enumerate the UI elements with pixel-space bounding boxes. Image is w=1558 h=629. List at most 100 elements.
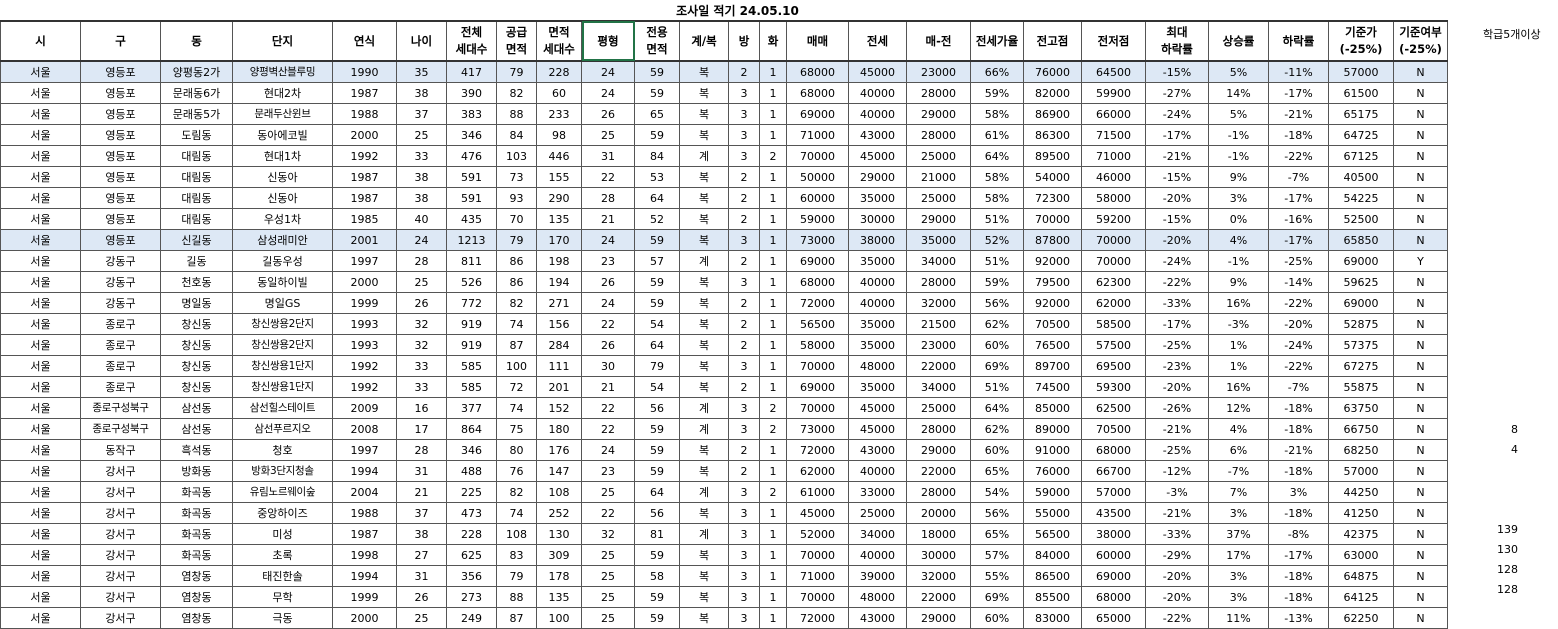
- table-cell[interactable]: 73: [496, 166, 537, 188]
- table-cell[interactable]: 3%: [1268, 481, 1329, 503]
- table-cell[interactable]: 화곡동: [160, 523, 233, 545]
- table-cell[interactable]: 3: [728, 418, 760, 440]
- table-cell[interactable]: 100: [496, 355, 537, 377]
- table-cell[interactable]: -26%: [1145, 397, 1209, 419]
- survey-date-title[interactable]: 조사일 적기 24.05.10: [0, 0, 1475, 20]
- table-row[interactable]: 서울 영등포 문래동6가 현대2차 1987 38 390 82 60 24 59 복 3 1 68000 4…: [0, 82, 1448, 104]
- table-cell[interactable]: 625: [446, 544, 497, 566]
- table-cell[interactable]: 39000: [848, 565, 907, 587]
- table-cell[interactable]: 34000: [906, 376, 971, 398]
- table-cell[interactable]: 3: [728, 502, 760, 524]
- table-cell[interactable]: 23: [581, 250, 635, 272]
- table-cell[interactable]: 1: [759, 166, 787, 188]
- table-cell[interactable]: 64125: [1328, 586, 1394, 608]
- table-cell[interactable]: 신동아: [232, 166, 333, 188]
- table-cell[interactable]: 79: [496, 60, 537, 83]
- table-cell[interactable]: 50000: [786, 166, 849, 188]
- table-cell[interactable]: 25: [396, 124, 447, 146]
- table-cell[interactable]: Y: [1393, 250, 1448, 272]
- table-cell[interactable]: 3: [728, 586, 760, 608]
- table-cell[interactable]: 417: [446, 60, 497, 83]
- table-cell[interactable]: 59: [634, 439, 680, 461]
- table-cell[interactable]: 복: [679, 355, 729, 377]
- table-cell[interactable]: -24%: [1268, 334, 1329, 356]
- table-cell[interactable]: 29000: [906, 607, 971, 629]
- table-cell[interactable]: 69500: [1081, 355, 1146, 377]
- table-cell[interactable]: -15%: [1145, 166, 1209, 188]
- table-cell[interactable]: 24: [581, 292, 635, 314]
- table-cell[interactable]: 창신쌍용2단지: [232, 313, 333, 335]
- table-cell[interactable]: -20%: [1145, 565, 1209, 587]
- table-row[interactable]: 서울 영등포 양평동2가 양평벽산블루밍 1990 35 417 79 228 24 59 복 2 1 68…: [0, 60, 1448, 83]
- table-cell[interactable]: 69%: [970, 586, 1024, 608]
- side-value[interactable]: 8: [1478, 423, 1518, 436]
- table-cell[interactable]: 64: [634, 187, 680, 209]
- table-cell[interactable]: 1997: [332, 250, 397, 272]
- table-cell[interactable]: N: [1393, 586, 1448, 608]
- table-cell[interactable]: 70000: [786, 397, 849, 419]
- table-cell[interactable]: 복: [679, 292, 729, 314]
- table-cell[interactable]: 화곡동: [160, 544, 233, 566]
- table-cell[interactable]: 62%: [970, 418, 1024, 440]
- table-cell[interactable]: 22000: [906, 586, 971, 608]
- table-cell[interactable]: 1994: [332, 460, 397, 482]
- table-cell[interactable]: 영등포: [80, 229, 161, 251]
- table-cell[interactable]: 59: [634, 544, 680, 566]
- table-cell[interactable]: 65175: [1328, 103, 1394, 125]
- table-cell[interactable]: 52875: [1328, 313, 1394, 335]
- table-cell[interactable]: 35: [396, 60, 447, 83]
- table-cell[interactable]: 복: [679, 166, 729, 188]
- table-cell[interactable]: 57375: [1328, 334, 1394, 356]
- table-cell[interactable]: 61%: [970, 124, 1024, 146]
- table-cell[interactable]: 1990: [332, 60, 397, 83]
- table-cell[interactable]: 68000: [786, 271, 849, 293]
- table-cell[interactable]: N: [1393, 124, 1448, 146]
- table-cell[interactable]: 29000: [906, 208, 971, 230]
- table-cell[interactable]: 3: [728, 544, 760, 566]
- table-cell[interactable]: 삼선힐스테이트: [232, 397, 333, 419]
- table-cell[interactable]: 86500: [1023, 565, 1082, 587]
- table-cell[interactable]: 서울: [0, 481, 81, 503]
- table-cell[interactable]: 30000: [906, 544, 971, 566]
- table-cell[interactable]: 2: [728, 187, 760, 209]
- table-cell[interactable]: 65%: [970, 460, 1024, 482]
- table-cell[interactable]: 복: [679, 60, 729, 83]
- table-cell[interactable]: 284: [536, 334, 582, 356]
- table-cell[interactable]: 7%: [1208, 481, 1269, 503]
- table-cell[interactable]: 60%: [970, 607, 1024, 629]
- table-cell[interactable]: 40500: [1328, 166, 1394, 188]
- table-cell[interactable]: 356: [446, 565, 497, 587]
- table-cell[interactable]: 1: [759, 586, 787, 608]
- table-cell[interactable]: 85500: [1023, 586, 1082, 608]
- table-cell[interactable]: 59%: [970, 271, 1024, 293]
- table-cell[interactable]: 38000: [848, 229, 907, 251]
- table-cell[interactable]: 길동: [160, 250, 233, 272]
- column-header[interactable]: 전저점: [1081, 20, 1146, 62]
- table-cell[interactable]: 서울: [0, 145, 81, 167]
- table-cell[interactable]: 76: [496, 460, 537, 482]
- table-cell[interactable]: 35000: [848, 376, 907, 398]
- table-cell[interactable]: 3: [728, 607, 760, 629]
- table-cell[interactable]: 32: [581, 523, 635, 545]
- table-cell[interactable]: 58%: [970, 103, 1024, 125]
- column-header[interactable]: 공급 면적: [496, 20, 537, 62]
- table-cell[interactable]: 33: [396, 145, 447, 167]
- column-header[interactable]: 시: [0, 20, 81, 62]
- table-cell[interactable]: 180: [536, 418, 582, 440]
- table-cell[interactable]: 86300: [1023, 124, 1082, 146]
- table-cell[interactable]: 37: [396, 502, 447, 524]
- table-cell[interactable]: 228: [446, 523, 497, 545]
- table-cell[interactable]: 70500: [1023, 313, 1082, 335]
- table-cell[interactable]: 811: [446, 250, 497, 272]
- table-cell[interactable]: 28000: [906, 82, 971, 104]
- table-cell[interactable]: 58000: [1081, 187, 1146, 209]
- table-cell[interactable]: 무학: [232, 586, 333, 608]
- table-cell[interactable]: 48000: [848, 355, 907, 377]
- column-header[interactable]: 화: [759, 20, 787, 62]
- table-cell[interactable]: 40000: [848, 292, 907, 314]
- table-cell[interactable]: 59000: [786, 208, 849, 230]
- table-cell[interactable]: 2000: [332, 124, 397, 146]
- table-cell[interactable]: 56%: [970, 502, 1024, 524]
- table-row[interactable]: 서울 종로구 창신동 창신쌍용1단지 1992 33 585 72 201 21 54 복 2 1 6900…: [0, 376, 1448, 398]
- table-cell[interactable]: 복: [679, 565, 729, 587]
